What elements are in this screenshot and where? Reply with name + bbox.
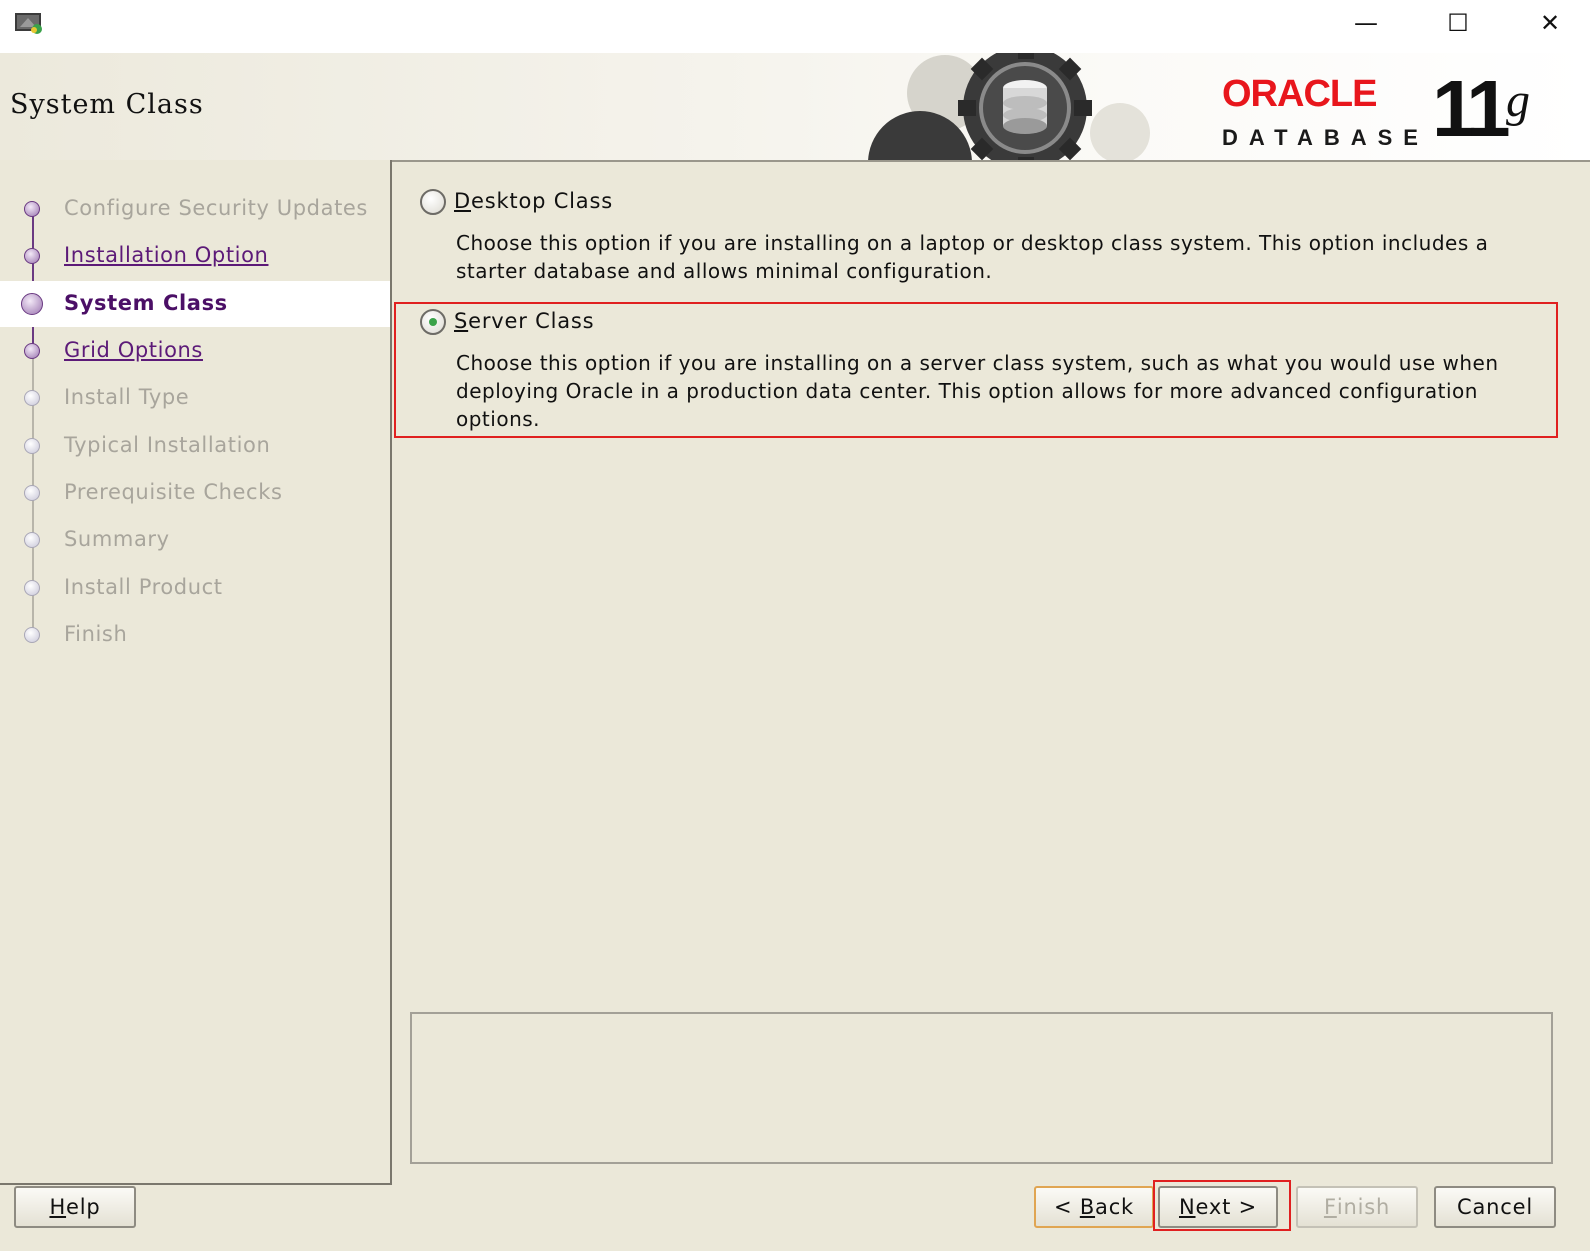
finish-button: Finish <box>1296 1186 1418 1228</box>
minimize-button[interactable]: — <box>1320 0 1412 46</box>
step-node-icon <box>24 438 40 454</box>
step-node-icon <box>24 201 40 217</box>
gears-database-icon <box>868 53 1150 160</box>
step-node-icon <box>24 248 40 264</box>
mnemonic-letter: B <box>1079 1195 1096 1219</box>
step-node-icon <box>24 390 40 406</box>
step-label: Typical Installation <box>64 433 271 457</box>
step-node-icon <box>24 485 40 501</box>
button-label: elp <box>66 1195 101 1219</box>
button-label-prefix: < <box>1053 1195 1080 1219</box>
desktop-class-description: Choose this option if you are installing… <box>456 231 1489 283</box>
step-label[interactable]: Installation Option <box>64 243 268 267</box>
step-system-class: System Class <box>0 281 390 327</box>
close-icon: ✕ <box>1539 9 1561 37</box>
step-label: Finish <box>64 622 128 646</box>
button-label: inish <box>1336 1195 1391 1219</box>
step-configure-security-updates: Configure Security Updates <box>0 186 390 232</box>
step-node-icon <box>24 627 40 643</box>
desktop-class-radio[interactable] <box>420 189 446 215</box>
step-finish: Finish <box>0 612 390 658</box>
help-button[interactable]: Help <box>14 1186 136 1228</box>
step-label: System Class <box>64 291 228 315</box>
step-node-icon <box>24 343 40 359</box>
message-area <box>410 1012 1553 1164</box>
step-current-node-icon <box>21 293 43 315</box>
maximize-icon: ☐ <box>1447 9 1469 37</box>
step-install-product: Install Product <box>0 565 390 611</box>
mnemonic-letter: H <box>49 1195 67 1219</box>
version-letter: g <box>1506 74 1530 127</box>
step-installation-option[interactable]: Installation Option <box>0 233 390 279</box>
oracle-logo-text: ORACLE <box>1222 73 1377 115</box>
step-typical-installation: Typical Installation <box>0 423 390 469</box>
maximize-button[interactable]: ☐ <box>1412 0 1504 46</box>
step-node-icon <box>24 580 40 596</box>
close-button[interactable]: ✕ <box>1504 0 1590 46</box>
minimize-icon: — <box>1354 9 1378 37</box>
database-logo-text: DATABASE <box>1222 125 1429 150</box>
step-label: Summary <box>64 527 170 551</box>
step-prerequisite-checks: Prerequisite Checks <box>0 470 390 516</box>
server-class-highlight <box>394 302 1558 438</box>
step-label: Install Type <box>64 385 190 409</box>
step-install-type: Install Type <box>0 375 390 421</box>
button-label: ack <box>1095 1195 1135 1219</box>
header-banner: System Class ORACLE DATABASE 11 g <box>0 53 1590 162</box>
step-grid-options[interactable]: Grid Options <box>0 328 390 374</box>
version-number: 11 <box>1432 64 1511 153</box>
step-label: Install Product <box>64 575 223 599</box>
step-label[interactable]: Grid Options <box>64 338 203 362</box>
step-label: Prerequisite Checks <box>64 480 283 504</box>
step-label: Configure Security Updates <box>64 196 368 220</box>
next-button-highlight <box>1153 1180 1291 1231</box>
page-title: System Class <box>10 89 204 120</box>
cancel-button[interactable]: Cancel <box>1434 1186 1556 1228</box>
label-rest: esktop Class <box>470 189 613 213</box>
back-button[interactable]: < Back <box>1034 1186 1154 1228</box>
oracle-installer-app-icon <box>15 13 42 34</box>
button-label: Cancel <box>1457 1195 1533 1219</box>
desktop-class-label[interactable]: Desktop Class <box>454 189 613 213</box>
mnemonic-letter: F <box>1323 1195 1337 1219</box>
step-summary: Summary <box>0 517 390 563</box>
mnemonic-letter: D <box>454 189 471 213</box>
step-node-icon <box>24 532 40 548</box>
window-titlebar: — ☐ ✕ <box>0 0 1590 53</box>
